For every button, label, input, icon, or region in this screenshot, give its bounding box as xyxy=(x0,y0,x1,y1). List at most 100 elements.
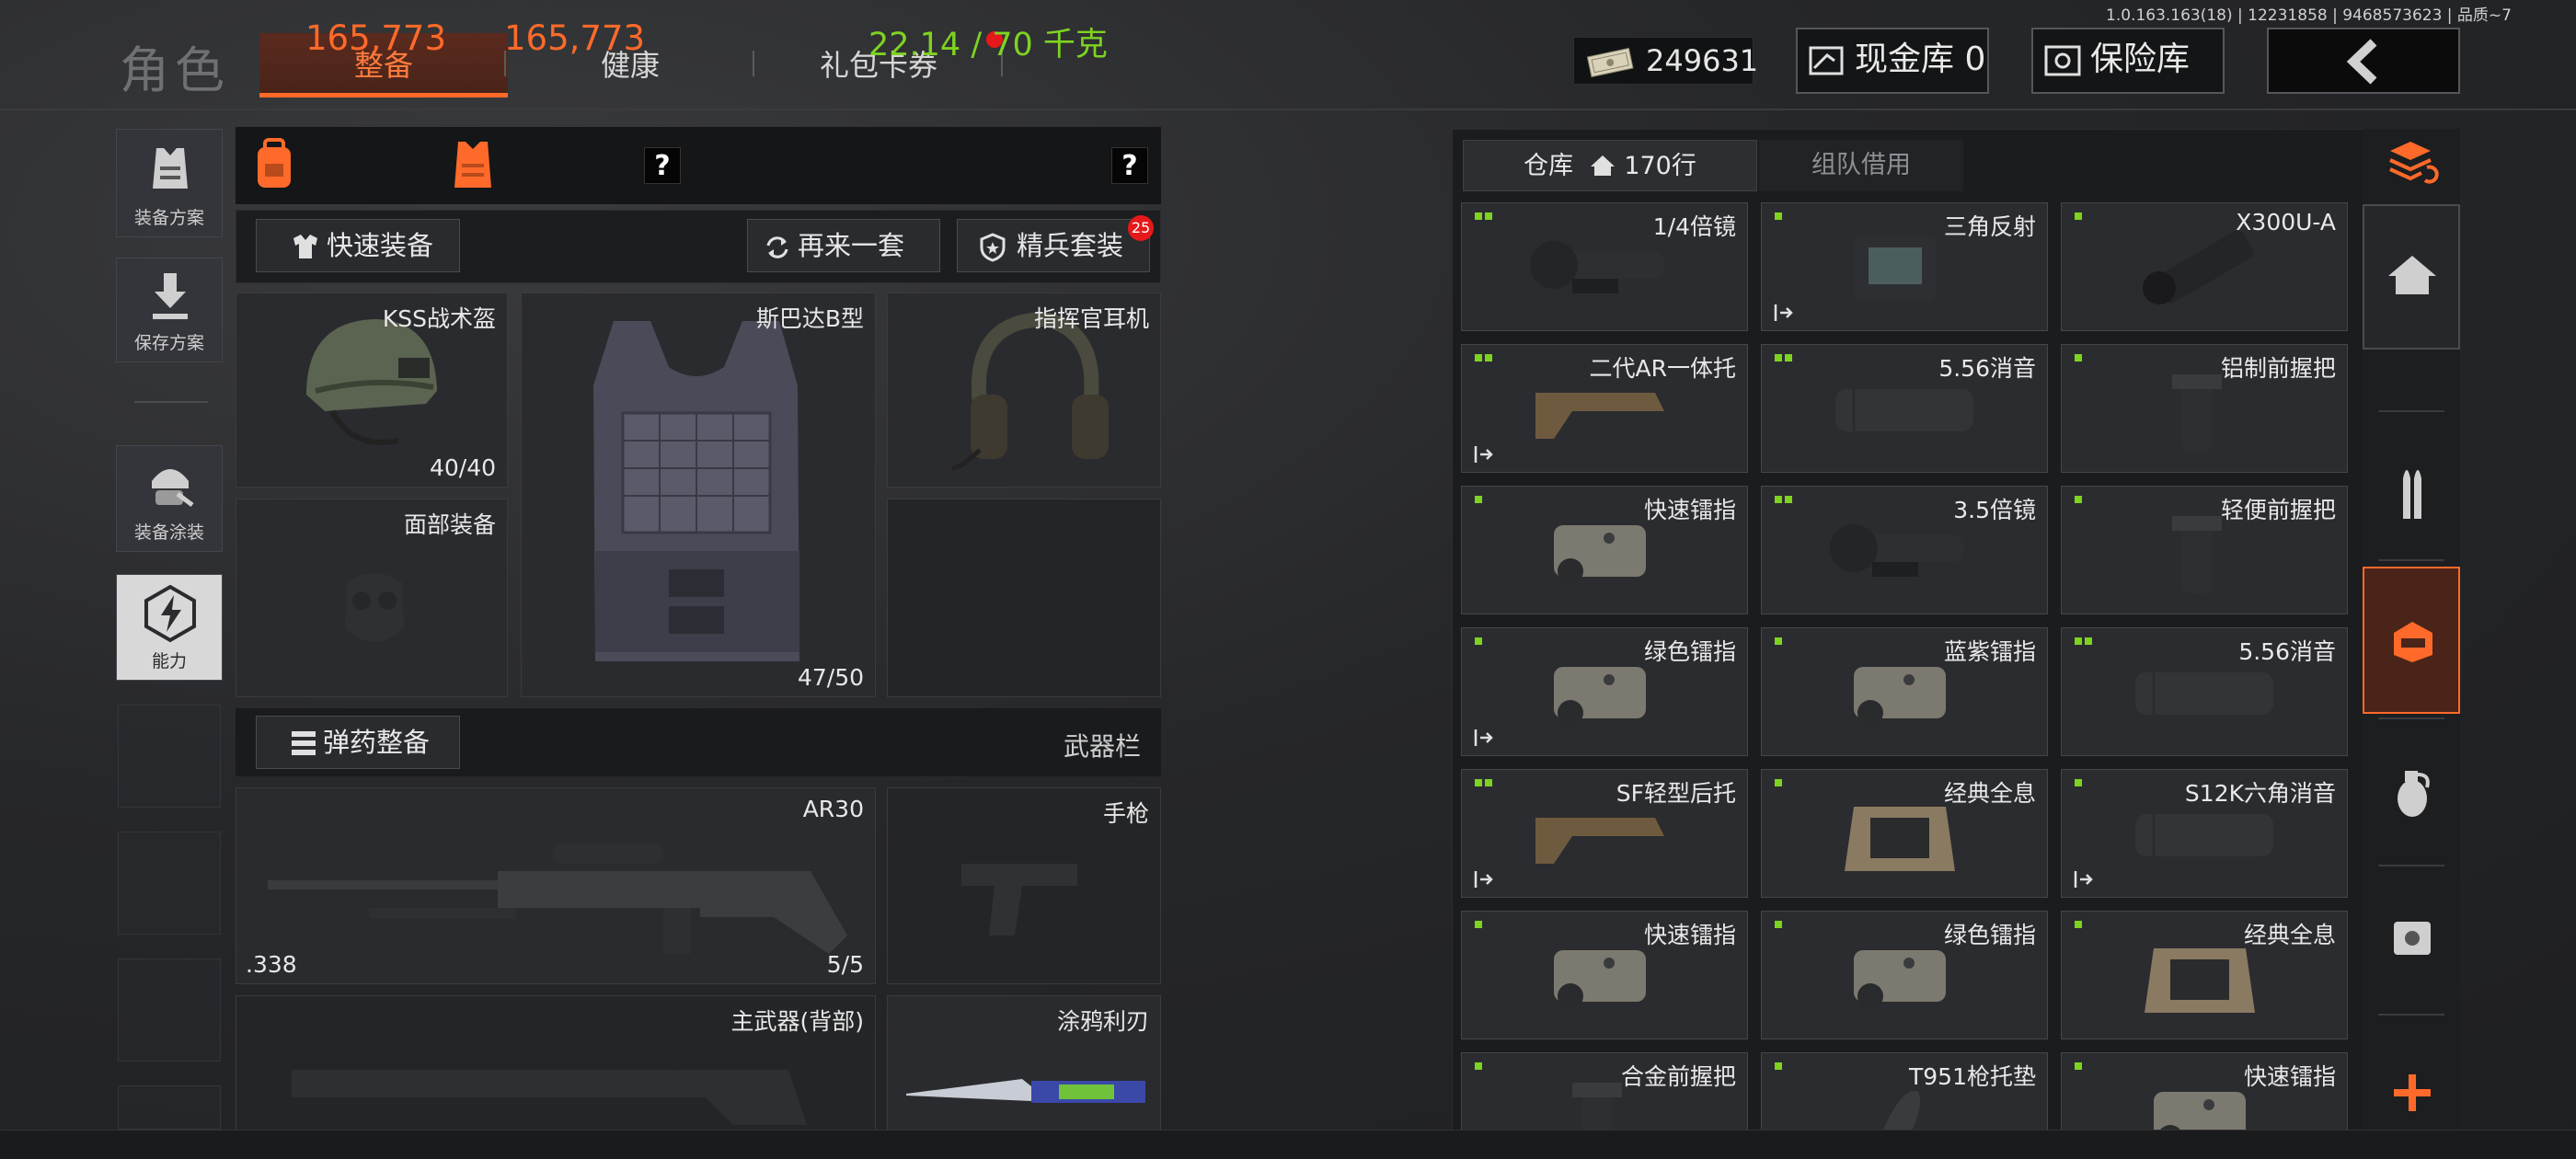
storage-item[interactable]: 三角反射 xyxy=(1761,202,2048,331)
category-divider xyxy=(2378,410,2444,412)
storage-item[interactable]: 绿色镭指 xyxy=(1761,911,2048,1039)
rarity-pips xyxy=(2075,354,2082,361)
rarity-pips xyxy=(1775,921,1782,928)
again-button[interactable]: 再来一套 xyxy=(747,219,940,272)
item-name: 1/4倍镜 xyxy=(1652,213,1736,240)
elite-set-button[interactable]: 精兵套装 xyxy=(957,219,1150,272)
save-plan-button[interactable]: 保存方案 xyxy=(116,258,223,362)
rarity-pips xyxy=(1475,354,1492,361)
attachment-icon xyxy=(2394,622,2432,662)
back-weapon-slot-label: 主武器(背部) xyxy=(730,1008,864,1035)
rarity-pips xyxy=(1775,212,1782,220)
category-grenades[interactable] xyxy=(2363,721,2460,859)
item-name: 5.56消音 xyxy=(1938,355,2036,382)
category-divider xyxy=(2378,865,2444,866)
item-name: 绿色镭指 xyxy=(1943,922,2036,948)
item-name: 轻便前握把 xyxy=(2220,497,2336,523)
storage-item[interactable]: 快速镭指 xyxy=(1461,486,1748,614)
storage-item[interactable]: 二代AR一体托 xyxy=(1461,344,1748,473)
rarity-pips xyxy=(1775,354,1792,361)
storage-item[interactable]: 5.56消音 xyxy=(2061,627,2348,756)
storage-item[interactable]: X300U-A xyxy=(2061,202,2348,331)
rarity-pips xyxy=(2075,496,2082,503)
headset-slot[interactable]: 指挥官耳机 xyxy=(887,293,1161,488)
shield-icon xyxy=(980,233,1006,262)
back-weapon-slot[interactable]: 主武器(背部) xyxy=(236,995,876,1133)
stats-help-button[interactable]: ? xyxy=(644,147,681,184)
armor-vest-icon xyxy=(593,321,799,661)
item-name: 5.56消音 xyxy=(2238,638,2336,665)
exit-icon xyxy=(1473,728,1493,748)
weight-help-button[interactable]: ? xyxy=(1111,147,1148,184)
gear-skin-button[interactable]: 装备涂装 xyxy=(116,445,223,552)
help-label: ? xyxy=(654,150,671,182)
warehouse-rows: 170行 xyxy=(1624,152,1696,180)
category-add[interactable] xyxy=(2363,1058,2460,1131)
rarity-pips xyxy=(1475,779,1492,786)
storage-item[interactable]: 3.5倍镜 xyxy=(1761,486,2048,614)
add-icon xyxy=(2394,1074,2431,1111)
tab-warehouse[interactable]: 仓库 170行 xyxy=(1463,140,1757,191)
storage-item[interactable]: S12K六角消音 xyxy=(2061,769,2348,898)
rarity-pips xyxy=(1475,1062,1482,1070)
item-name: SF轻型后托 xyxy=(1616,780,1736,807)
storage-item[interactable]: 1/4倍镜 xyxy=(1461,202,1748,331)
grenade-icon xyxy=(2398,771,2430,817)
loadout-plan-button[interactable]: 装备方案 xyxy=(116,129,223,237)
category-ammo[interactable] xyxy=(2363,419,2460,557)
storage-item[interactable]: 快速镭指 xyxy=(1461,911,1748,1039)
primary-weapon-slot[interactable]: AR30 .338 5/5 xyxy=(236,787,876,984)
wallet-icon xyxy=(1809,46,1844,75)
back-arrow-icon xyxy=(2346,39,2377,85)
item-name: 快速镭指 xyxy=(1643,922,1736,948)
safe-button[interactable]: 保险库 xyxy=(2031,28,2225,94)
storage-item[interactable]: 合金前握把 xyxy=(1461,1052,1748,1131)
quick-equip-button[interactable]: 快速装备 xyxy=(256,219,460,272)
storage-item[interactable]: 蓝紫镭指 xyxy=(1761,627,2048,756)
item-name: T951枪托垫 xyxy=(1909,1063,2036,1090)
category-attachments[interactable] xyxy=(2363,567,2460,714)
category-containers[interactable] xyxy=(2363,868,2460,1006)
warehouse-label: 仓库 xyxy=(1524,152,1574,180)
tab-team-borrow[interactable]: 组队借用 xyxy=(1759,140,1963,191)
backpack-icon xyxy=(258,138,291,188)
ammo-icon xyxy=(2403,470,2421,519)
cash-icon xyxy=(1586,47,1634,78)
knife-icon xyxy=(906,1079,1145,1103)
item-name: S12K六角消音 xyxy=(2184,780,2336,807)
storage-item[interactable]: 铝制前握把 xyxy=(2061,344,2348,473)
ammo-prep-button[interactable]: 弹药整备 xyxy=(256,716,460,769)
storage-item[interactable]: 绿色镭指 xyxy=(1461,627,1748,756)
rarity-pips xyxy=(1775,779,1782,786)
category-home[interactable] xyxy=(2363,204,2460,350)
storage-item[interactable]: 轻便前握把 xyxy=(2061,486,2348,614)
helmet-slot[interactable]: KSS战术盔 40/40 xyxy=(236,293,508,488)
rarity-pips xyxy=(1475,637,1482,645)
face-slot[interactable]: 面部装备 xyxy=(236,499,508,697)
item-name: 二代AR一体托 xyxy=(1589,355,1736,382)
layers-refresh-icon[interactable] xyxy=(2386,138,2440,189)
helmet-name: KSS战术盔 xyxy=(382,305,496,332)
storage-item[interactable]: 5.56消音 xyxy=(1761,344,2048,473)
melee-name: 涂鸦利刃 xyxy=(1056,1008,1149,1035)
item-name: 蓝紫镭指 xyxy=(1943,638,2036,665)
storage-item[interactable]: SF轻型后托 xyxy=(1461,769,1748,898)
download-icon xyxy=(153,273,188,319)
armor-slot[interactable]: 斯巴达B型 47/50 xyxy=(521,293,876,697)
storage-item[interactable]: 快速镭指 xyxy=(2061,1052,2348,1131)
empty-gear-slot[interactable] xyxy=(887,499,1161,697)
help-label: ? xyxy=(1121,150,1138,182)
cash-vault-button[interactable]: 现金库 0 xyxy=(1796,28,1989,94)
back-button[interactable] xyxy=(2267,28,2460,94)
melee-slot[interactable]: 涂鸦利刃 xyxy=(887,995,1161,1133)
item-name: X300U-A xyxy=(2236,209,2336,235)
quick-equip-label: 快速装备 xyxy=(327,230,434,261)
storage-item[interactable]: 经典全息 xyxy=(2061,911,2348,1039)
ability-button[interactable]: 能力 xyxy=(116,574,223,681)
rarity-pips xyxy=(2075,637,2092,645)
pistol-slot[interactable]: 手枪 xyxy=(887,787,1161,984)
headset-name: 指挥官耳机 xyxy=(1033,305,1149,332)
storage-item[interactable]: 经典全息 xyxy=(1761,769,2048,898)
item-name: 经典全息 xyxy=(1943,780,2036,807)
storage-item[interactable]: T951枪托垫 xyxy=(1761,1052,2048,1131)
